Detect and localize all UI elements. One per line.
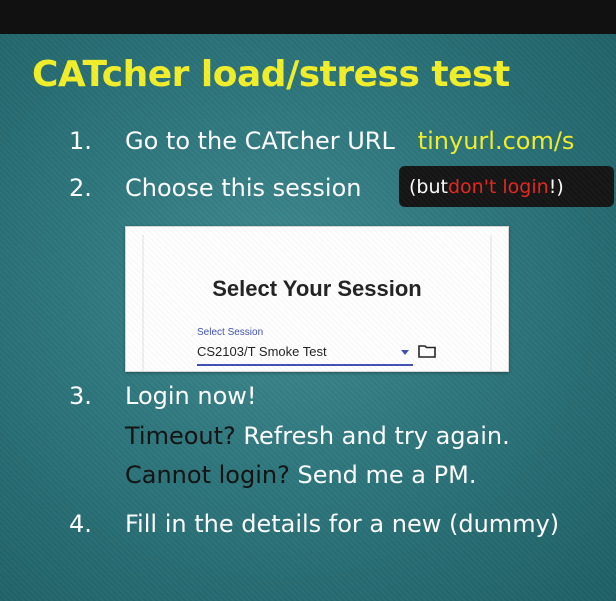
step-4-text: Fill in the details for a new (dummy) xyxy=(125,510,560,538)
card-divider-left xyxy=(142,235,144,371)
cannot-login-label: Cannot login? xyxy=(125,461,290,489)
step-4-number: 4. xyxy=(69,510,92,538)
dropdown-arrow-icon[interactable] xyxy=(401,350,409,355)
note-prefix: (but xyxy=(409,175,448,198)
step-1-label: Go to the CATcher URL xyxy=(125,127,395,155)
cannot-login-advice: Send me a PM. xyxy=(297,461,477,489)
card-title: Select Your Session xyxy=(212,276,422,301)
step-2-text: Choose this session xyxy=(125,174,362,202)
step-2-number: 2. xyxy=(69,174,92,202)
card-divider-right xyxy=(490,235,492,371)
top-black-bar xyxy=(0,0,616,34)
note-warning: don't login xyxy=(447,175,549,198)
select-session-card: Select Your Session Select Session CS210… xyxy=(125,226,509,372)
step-3-sub-1: Timeout? Refresh and try again. xyxy=(125,422,510,450)
note-suffix: !) xyxy=(548,175,564,198)
catcher-url-link[interactable]: tinyurl.com/s xyxy=(418,127,575,155)
select-underline xyxy=(197,364,413,366)
step-3-text: Login now! xyxy=(125,382,257,410)
step-3-number: 3. xyxy=(69,382,92,410)
session-select[interactable]: CS2103/T Smoke Test xyxy=(197,344,327,359)
step-3-sub-2: Cannot login? Send me a PM. xyxy=(125,461,476,489)
timeout-advice: Refresh and try again. xyxy=(243,422,510,450)
timeout-label: Timeout? xyxy=(125,422,236,450)
step-1-number: 1. xyxy=(69,127,92,155)
dont-login-note: (but don't login !) xyxy=(399,166,614,207)
folder-icon[interactable] xyxy=(418,344,436,358)
step-1-text: Go to the CATcher URL tinyurl.com/s xyxy=(125,127,574,155)
slide: CATcher load/stress test 1. Go to the CA… xyxy=(0,34,616,601)
slide-title: CATcher load/stress test xyxy=(32,54,510,95)
select-session-label: Select Session xyxy=(197,327,264,338)
